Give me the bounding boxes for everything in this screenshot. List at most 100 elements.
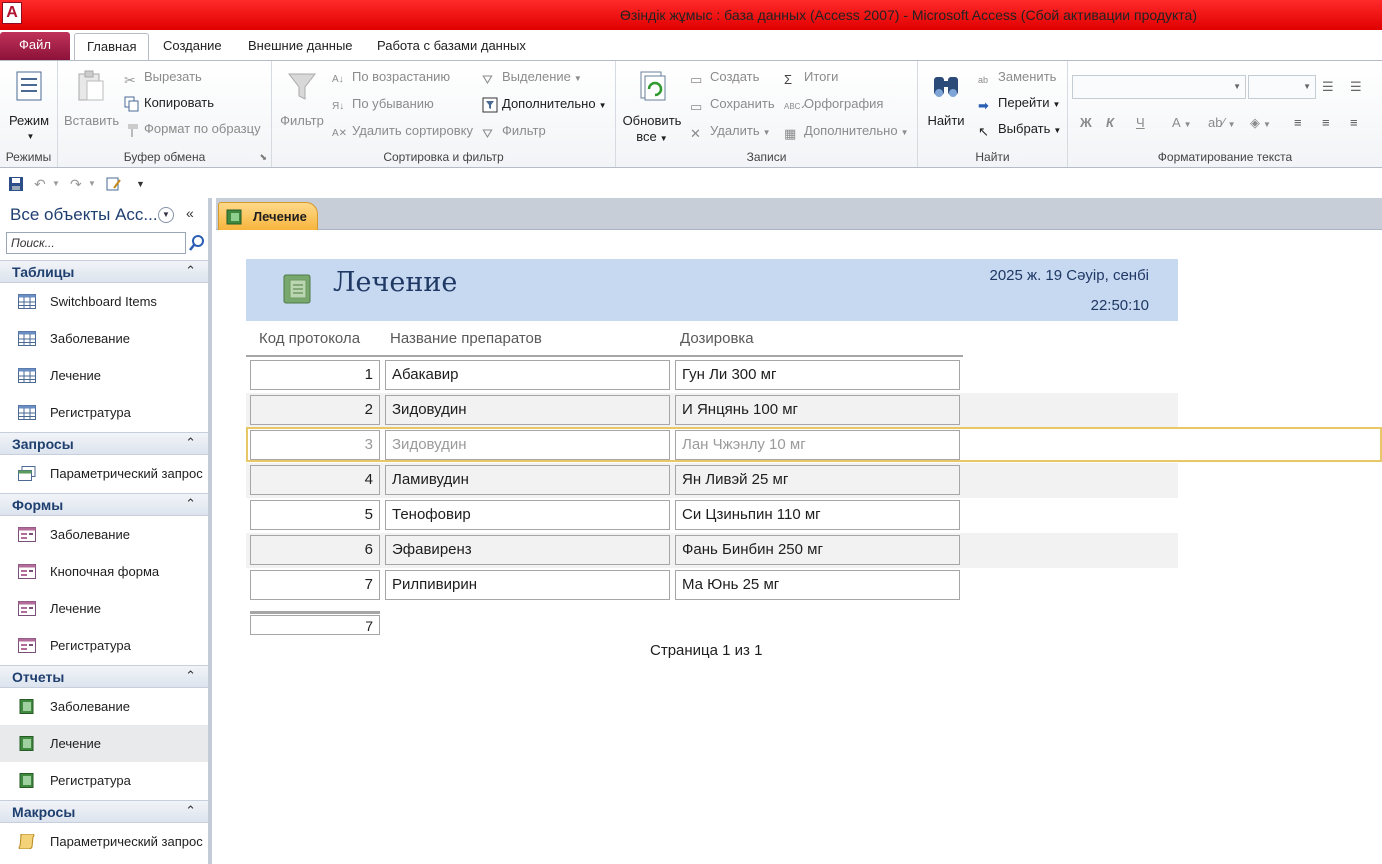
nav-item[interactable]: Лечение [0, 357, 208, 394]
align-right-button[interactable]: ≡ [1350, 113, 1358, 133]
nav-item[interactable]: Лечение [0, 590, 208, 627]
nav-dropdown-icon[interactable]: ▼ [158, 207, 174, 223]
chevron-down-icon[interactable]: ▼ [88, 179, 104, 195]
nav-collapse-icon[interactable]: « [186, 205, 194, 221]
refresh-all-button[interactable]: Обновить все ▼ [620, 65, 684, 147]
nav-item[interactable]: Лечение [0, 725, 208, 762]
tab-home[interactable]: Главная [74, 33, 150, 61]
align-center-button[interactable]: ≡ [1322, 113, 1330, 133]
paste-button[interactable]: Вставить [64, 65, 119, 129]
toggle-filter-button[interactable]: ⛛ Фильтр [482, 121, 546, 141]
report-icon [19, 773, 34, 788]
tab-database-tools[interactable]: Работа с базами данных [365, 33, 538, 61]
save-record-button[interactable]: ▭ Сохранить [690, 94, 775, 114]
format-painter-button[interactable]: Формат по образцу [124, 119, 261, 139]
chevron-down-icon: ▼ [1263, 120, 1271, 129]
advanced-filter-button[interactable]: Дополнительно ▼ [482, 94, 607, 114]
collapse-group-icon[interactable]: ⌃ [185, 263, 196, 279]
nav-item[interactable]: Switchboard Items [0, 283, 208, 320]
new-record-button[interactable]: ▭ Создать [690, 67, 759, 87]
totals-button[interactable]: Σ Итоги [784, 67, 838, 87]
nav-item-label: Заболевание [50, 699, 130, 714]
filter-button[interactable]: Фильтр [276, 65, 328, 129]
report-row[interactable]: 6 Эфавиренз Фань Бинбин 250 мг [246, 533, 1178, 568]
report-row[interactable]: 5 Тенофовир Си Цзиньпин 110 мг [246, 498, 1178, 533]
spelling-icon: ABC✓ [784, 101, 808, 111]
customize-toolbar-icon[interactable]: ▼ [136, 179, 152, 195]
access-app-icon[interactable]: A [2, 2, 22, 24]
remove-sort-button[interactable]: A✕ Удалить сортировку [332, 121, 473, 141]
tab-external-data[interactable]: Внешние данные [236, 33, 365, 61]
nav-group-header[interactable]: Формы ⌃ [0, 493, 208, 516]
sort-ascending-button[interactable]: A↓ По возрастанию [332, 67, 450, 87]
nav-group-header[interactable]: Отчеты ⌃ [0, 665, 208, 688]
doc-tab-lechenie[interactable]: Лечение [218, 202, 318, 230]
nav-item[interactable]: Заболевание [0, 688, 208, 725]
delete-record-button[interactable]: ✕ Удалить ▼ [690, 121, 771, 141]
nav-title[interactable]: Все объекты Acc... [10, 205, 158, 225]
tab-file[interactable]: Файл [0, 32, 70, 60]
cell-dosage: Гун Ли 300 мг [675, 360, 960, 390]
collapse-group-icon[interactable]: ⌃ [185, 496, 196, 512]
nav-item[interactable]: Кнопочная форма [0, 553, 208, 590]
nav-group-header[interactable]: Макросы ⌃ [0, 800, 208, 823]
save-record-icon: ▭ [690, 98, 703, 114]
font-color-button[interactable]: A ▼ [1172, 113, 1192, 133]
collapse-group-icon[interactable]: ⌃ [185, 803, 196, 819]
nav-group-header[interactable]: Запросы ⌃ [0, 432, 208, 455]
sort-descending-button[interactable]: Я↓ По убыванию [332, 94, 434, 114]
numbering-button[interactable]: ☰ [1350, 77, 1362, 97]
replace-button[interactable]: ab Заменить [978, 67, 1056, 87]
more-records-button[interactable]: ▦ Дополнительно ▼ [784, 121, 909, 141]
fill-color-button[interactable]: ◈ ▼ [1250, 113, 1271, 133]
font-size-select[interactable]: ▼ [1248, 75, 1316, 99]
italic-button[interactable]: К [1106, 113, 1114, 133]
align-right-icon: ≡ [1350, 115, 1358, 130]
nav-item[interactable]: Регистратура [0, 627, 208, 664]
more-records-icon: ▦ [784, 125, 797, 141]
nav-group-header[interactable]: Таблицы ⌃ [0, 260, 208, 283]
nav-item[interactable]: Параметрический запрос [0, 823, 208, 860]
font-name-select[interactable]: ▼ [1072, 75, 1246, 99]
bullets-button[interactable]: ☰ [1322, 77, 1334, 97]
form-edit-icon[interactable] [106, 176, 122, 192]
goto-button[interactable]: ➡ Перейти ▼ [978, 93, 1060, 113]
sort-desc-label: По убыванию [352, 96, 434, 111]
highlight-button[interactable]: ab⁄ ▼ [1208, 113, 1236, 133]
nav-item[interactable]: Заболевание [0, 320, 208, 357]
dialog-launcher-icon[interactable]: ⬊ [259, 152, 267, 163]
chevron-down-icon[interactable]: ▼ [52, 179, 68, 195]
bold-button[interactable]: Ж [1080, 113, 1092, 133]
select-button[interactable]: ↖ Выбрать ▼ [978, 119, 1061, 139]
undo-icon[interactable]: ↶ [34, 176, 50, 192]
collapse-group-icon[interactable]: ⌃ [185, 668, 196, 684]
nav-search-input[interactable]: Поиск... [6, 232, 186, 254]
collapse-group-icon[interactable]: ⌃ [185, 435, 196, 451]
align-left-button[interactable]: ≡ [1294, 113, 1302, 133]
nav-item-label: Заболевание [50, 527, 130, 542]
nav-item[interactable]: Регистратура [0, 394, 208, 431]
nav-item[interactable]: Регистратура [0, 762, 208, 799]
report-row[interactable]: 2 Зидовудин И Янцянь 100 мг [246, 393, 1178, 428]
cut-button[interactable]: ✂ Вырезать [124, 67, 202, 88]
find-button[interactable]: Найти [924, 65, 968, 129]
spelling-button[interactable]: ABC✓Орфография [784, 94, 883, 114]
redo-icon[interactable]: ↷ [70, 176, 86, 192]
save-icon[interactable] [8, 176, 24, 192]
report-row[interactable]: 1 Абакавир Гун Ли 300 мг [246, 358, 1178, 393]
view-mode-button[interactable]: Режим ▼ [4, 65, 54, 145]
copy-button[interactable]: Копировать [124, 93, 214, 113]
report-row[interactable]: 7 Рилпивирин Ма Юнь 25 мг [246, 568, 1178, 603]
underline-button[interactable]: Ч [1136, 113, 1145, 133]
cell-drug: Зидовудин [385, 395, 670, 425]
nav-item-label: Регистратура [50, 405, 131, 420]
arrow-right-icon: ➡ [978, 97, 989, 113]
report-row[interactable]: 4 Ламивудин Ян Ливэй 25 мг [246, 463, 1178, 498]
cell-dosage: Фань Бинбин 250 мг [675, 535, 960, 565]
nav-item[interactable]: Заболевание [0, 516, 208, 553]
nav-item-label: Регистратура [50, 638, 131, 653]
nav-item[interactable]: Параметрический запрос [0, 455, 208, 492]
search-icon[interactable] [188, 234, 206, 252]
selection-filter-button[interactable]: ⛛ Выделение ▼ [482, 67, 582, 87]
tab-create[interactable]: Создание [151, 33, 234, 61]
